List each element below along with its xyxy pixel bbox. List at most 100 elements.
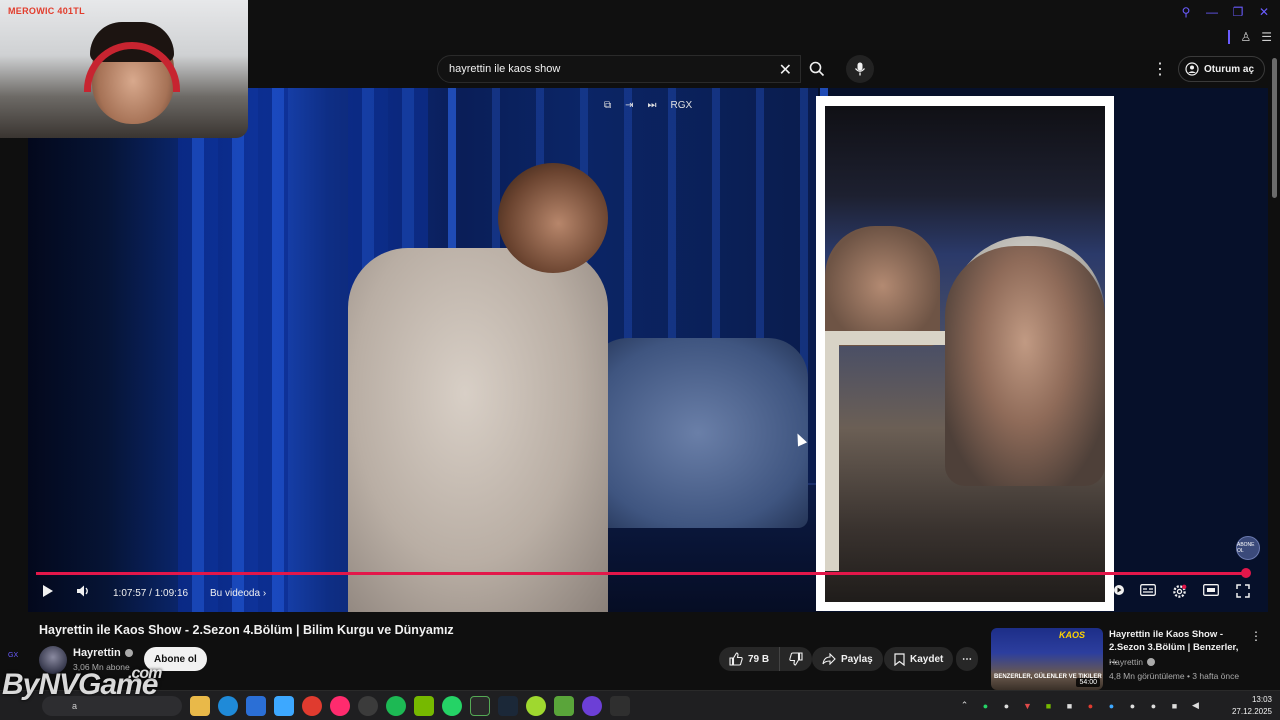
verified-icon — [124, 649, 133, 657]
taskbar-search-text: a — [72, 701, 78, 711]
menu-icon[interactable]: ☰ — [1261, 30, 1272, 44]
fullscreen-button[interactable] — [1236, 584, 1250, 598]
minecraft-icon[interactable] — [554, 696, 574, 716]
exit-icon[interactable]: ⇥ — [625, 100, 633, 111]
tray-app-icon[interactable]: ● — [1000, 699, 1013, 712]
signin-button[interactable]: Oturum aç — [1178, 56, 1266, 82]
curtain — [178, 88, 288, 612]
clock-date: 27.12.2025 — [1231, 707, 1272, 716]
nvidia-icon[interactable] — [414, 696, 434, 716]
profile-icon[interactable]: ♙ — [1240, 30, 1251, 44]
window-controls: ⚲ — ❐ ✕ — [1178, 4, 1272, 20]
opera-gx-icon[interactable] — [330, 696, 350, 716]
save-label: Kaydet — [910, 653, 944, 665]
share-label: Paylaş — [841, 653, 873, 665]
network-icon[interactable]: ■ — [1168, 699, 1181, 712]
play-button[interactable] — [42, 584, 54, 598]
page-scrollbar[interactable] — [1272, 58, 1277, 198]
share-button[interactable]: Paylaş — [812, 647, 883, 671]
minimize-icon[interactable]: — — [1204, 4, 1220, 20]
recommendation-thumbnail[interactable]: KAOS BENZERLER, GÜLENLER VE TIKILER 54:0… — [991, 628, 1103, 690]
dislike-button[interactable] — [780, 647, 813, 671]
outlook-icon[interactable] — [274, 696, 294, 716]
tray-app-icon[interactable]: ■ — [1063, 699, 1076, 712]
search-input[interactable]: hayrettin ile kaos show — [449, 63, 560, 75]
terminal-icon[interactable] — [470, 696, 490, 716]
restore-icon[interactable]: ❐ — [1230, 4, 1246, 20]
microphone-tray-icon[interactable]: ● — [1147, 699, 1160, 712]
voice-search-button[interactable] — [846, 55, 874, 83]
taskbar-apps — [190, 696, 630, 716]
host-head — [498, 163, 608, 273]
store-icon[interactable] — [246, 696, 266, 716]
record-tray-icon[interactable]: ● — [1084, 699, 1097, 712]
browser-toolbar-icons: ♙ ☰ — [1228, 30, 1272, 44]
game-icon[interactable] — [526, 696, 546, 716]
search-box[interactable]: hayrettin ile kaos show ✕ — [437, 55, 801, 83]
volume-icon — [77, 585, 88, 597]
autoplay-toggle[interactable] — [1113, 584, 1125, 596]
edge-icon[interactable] — [218, 696, 238, 716]
spotify-icon[interactable] — [386, 696, 406, 716]
chrome-icon[interactable] — [302, 696, 322, 716]
whatsapp-icon[interactable] — [442, 696, 462, 716]
subtitles-icon — [1140, 584, 1156, 596]
tray-app-icon[interactable]: ▼ — [1021, 699, 1034, 712]
clear-search-icon[interactable]: ✕ — [779, 60, 792, 80]
video-frame-studio — [28, 88, 828, 612]
fullscreen-icon — [1236, 584, 1250, 598]
chapter-label: Bu videoda — [210, 588, 261, 599]
chapter-button[interactable]: Bu videoda › — [210, 588, 266, 599]
whatsapp-tray-icon[interactable]: ● — [979, 699, 992, 712]
recommendation-meta: 4,8 Mn görüntüleme • 3 hafta önce — [1109, 671, 1240, 681]
verified-icon — [1147, 658, 1156, 666]
nvidia-tray-icon[interactable]: ■ — [1042, 699, 1055, 712]
recommendation-channel: Hayrettin — [1109, 657, 1144, 667]
like-button[interactable]: 79 B — [719, 647, 781, 671]
tray-app-icon[interactable]: ● — [1105, 699, 1118, 712]
github-icon[interactable] — [358, 696, 378, 716]
tray-expand-icon[interactable]: ⌃ — [958, 699, 971, 712]
share-wrapper: Paylaş — [812, 647, 883, 671]
recommendation-channel-link[interactable]: Hayrettin — [1109, 657, 1156, 667]
extension-label[interactable]: RGX — [671, 100, 693, 111]
settings-button[interactable] — [1172, 584, 1187, 599]
volume-button[interactable] — [76, 584, 90, 598]
windows-taskbar: a ⌃ ● ● ▼ ■ ■ ● ● ● ● ■ ◀ 13:03 27.12.20… — [0, 690, 1280, 720]
more-wrapper: ⋯ — [956, 647, 978, 671]
gear-icon — [1173, 584, 1187, 598]
subtitles-button[interactable] — [1140, 584, 1156, 596]
thumbnail-brand: KAOS — [1058, 630, 1085, 640]
gx-label: GX — [8, 652, 19, 659]
recommendation-menu-icon[interactable]: ⋮ — [1250, 629, 1262, 643]
share-icon — [822, 653, 836, 665]
watermark-suffix: .com — [128, 665, 162, 682]
close-icon[interactable]: ✕ — [1256, 4, 1272, 20]
save-button[interactable]: Kaydet — [884, 647, 954, 671]
file-explorer-icon[interactable] — [190, 696, 210, 716]
settings-menu-icon[interactable]: ⋮ — [1152, 59, 1168, 79]
skip-icon[interactable]: ⏭ — [648, 100, 657, 111]
channel-name-link[interactable]: Hayrettin — [73, 647, 133, 659]
tray-app-icon[interactable]: ● — [1126, 699, 1139, 712]
obs-icon[interactable] — [582, 696, 602, 716]
taskbar-clock[interactable]: 13:03 27.12.2025 — [1232, 694, 1272, 718]
epic-games-icon[interactable] — [610, 696, 630, 716]
video-player[interactable]: ⧉ ⇥ ⏭ RGX ABONE OL 1:07:57 / 1:09:16 Bu … — [28, 88, 1268, 612]
sidebar-divider — [1228, 30, 1231, 44]
like-dislike-group: 79 B — [719, 647, 813, 671]
miniplayer-icon[interactable]: ⧉ — [604, 100, 611, 111]
progress-scrubber[interactable] — [1241, 568, 1251, 578]
progress-bar[interactable] — [36, 572, 1246, 575]
more-actions-button[interactable]: ⋯ — [956, 647, 978, 671]
steam-icon[interactable] — [498, 696, 518, 716]
theater-mode-button[interactable] — [1203, 584, 1219, 596]
channel-watermark-badge[interactable]: ABONE OL — [1236, 536, 1260, 560]
search-button[interactable] — [801, 55, 833, 83]
search-icon[interactable]: ⚲ — [1178, 4, 1194, 20]
volume-tray-icon[interactable]: ◀ — [1189, 699, 1202, 712]
account-icon — [1185, 62, 1199, 76]
play-icon — [43, 585, 53, 597]
theater-icon — [1203, 584, 1219, 596]
cage-frame — [825, 331, 945, 571]
